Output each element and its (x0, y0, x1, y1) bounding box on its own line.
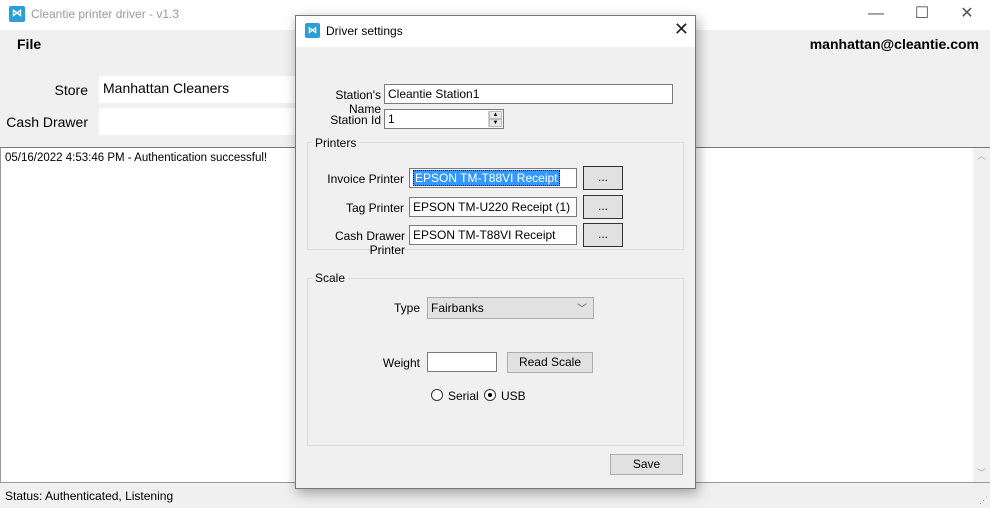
log-line: 05/16/2022 4:53:46 PM - Authentication s… (5, 152, 268, 164)
log-scrollbar[interactable]: ︿ ﹀ (973, 148, 990, 482)
status-bar-text: Status: Authenticated, Listening (5, 489, 174, 503)
resize-grip-icon[interactable]: ⋰ (979, 495, 988, 506)
station-id-value: 1 (388, 112, 395, 126)
station-id-stepper[interactable]: 1 ▲ ▼ (384, 109, 504, 129)
scroll-up-icon[interactable]: ︿ (973, 148, 990, 165)
minimize-button[interactable]: — (853, 0, 899, 30)
tag-printer-label: Tag Printer (345, 201, 404, 215)
printers-group-label: Printers (312, 136, 360, 150)
chevron-down-icon: ﹀ (577, 304, 587, 315)
cash-drawer-printer-browse-button[interactable]: ... (583, 223, 623, 247)
invoice-printer-field[interactable]: EPSON TM-T88VI Receipt (409, 168, 577, 188)
user-email: manhattan@cleantie.com (809, 36, 979, 52)
scale-type-label: Type (393, 301, 420, 315)
close-button[interactable]: ✕ (944, 0, 990, 30)
tag-printer-browse-button[interactable]: ... (583, 195, 623, 219)
cash-drawer-label: Cash Drawer (6, 114, 88, 130)
usb-radio[interactable] (484, 389, 496, 401)
invoice-printer-browse-button[interactable]: ... (583, 166, 623, 190)
scroll-down-icon[interactable]: ﹀ (973, 465, 990, 482)
driver-settings-dialog: ⋈ Driver settings ✕ Station's Name Clean… (295, 15, 696, 489)
save-button[interactable]: Save (610, 454, 683, 475)
menu-file[interactable]: File (17, 36, 41, 52)
stepper-down-icon[interactable]: ▼ (489, 119, 502, 127)
app-logo-icon: ⋈ (9, 6, 25, 22)
station-id-label: Station Id (330, 113, 381, 127)
app-logo-icon: ⋈ (305, 23, 320, 38)
scale-type-dropdown[interactable]: Fairbanks ﹀ (427, 297, 594, 319)
dialog-title-bar: ⋈ Driver settings ✕ (296, 16, 695, 47)
cash-drawer-field[interactable] (99, 108, 299, 135)
dialog-close-icon[interactable]: ✕ (674, 19, 689, 40)
serial-radio[interactable] (431, 389, 443, 401)
window-title: Cleantie printer driver - v1.3 (31, 7, 180, 21)
serial-radio-label: Serial (448, 389, 479, 403)
scale-group-label: Scale (312, 271, 349, 285)
scale-type-value: Fairbanks (431, 301, 484, 315)
cash-drawer-printer-field[interactable]: EPSON TM-T88VI Receipt (409, 225, 577, 245)
weight-field[interactable] (427, 352, 497, 372)
usb-radio-label: USB (501, 389, 526, 403)
station-name-field[interactable]: Cleantie Station1 (384, 84, 673, 104)
stepper-arrows[interactable]: ▲ ▼ (488, 111, 502, 127)
store-field[interactable]: Manhattan Cleaners (99, 76, 299, 103)
invoice-printer-label: Invoice Printer (327, 172, 404, 186)
maximize-button[interactable]: ☐ (899, 0, 945, 30)
stepper-up-icon[interactable]: ▲ (489, 111, 502, 119)
invoice-printer-value: EPSON TM-T88VI Receipt (413, 170, 560, 186)
tag-printer-field[interactable]: EPSON TM-U220 Receipt (1) (409, 197, 577, 217)
read-scale-button[interactable]: Read Scale (507, 352, 593, 373)
radio-selected-icon (488, 393, 492, 397)
cash-drawer-printer-label: Cash Drawer Printer (334, 229, 405, 257)
station-name-label: Station's Name (335, 88, 381, 116)
dialog-title: Driver settings (326, 24, 403, 38)
weight-label: Weight (382, 356, 420, 370)
store-label: Store (54, 82, 88, 98)
